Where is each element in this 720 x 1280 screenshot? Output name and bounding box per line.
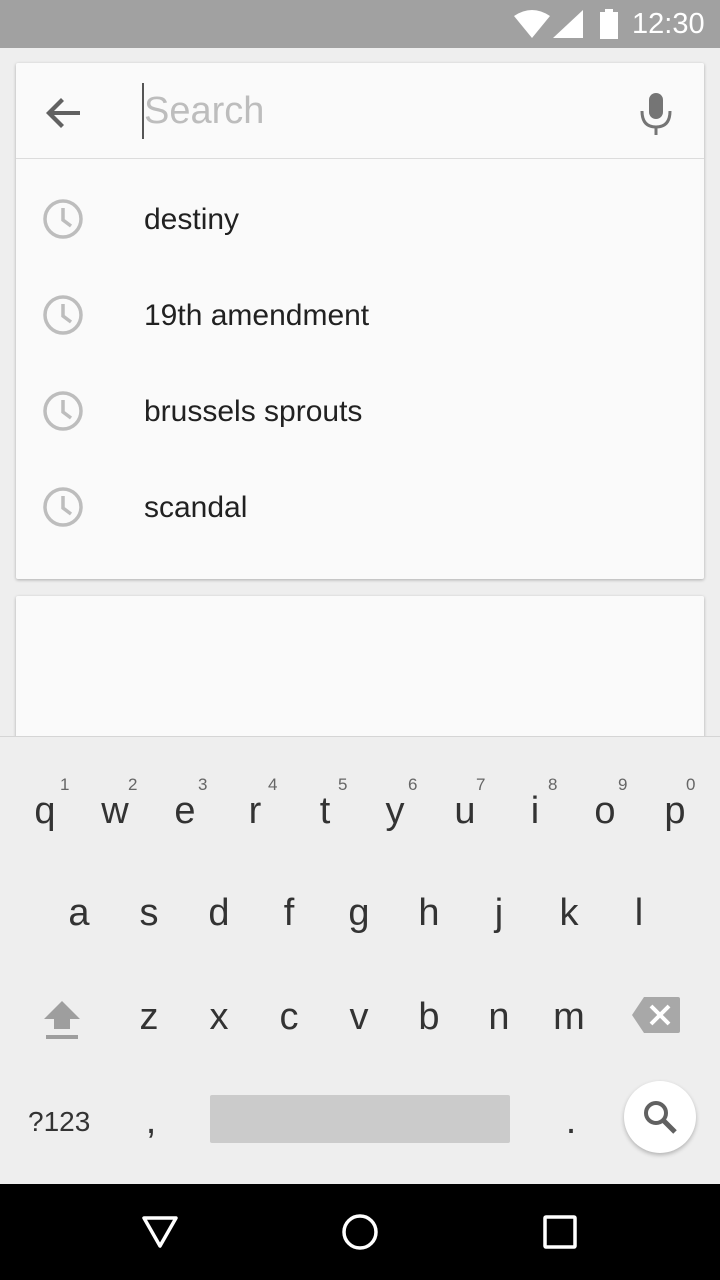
key-v[interactable]: v [324, 737, 394, 1037]
wifi-icon [514, 10, 550, 38]
symbols-key[interactable]: ?123 [28, 1107, 90, 1137]
history-clock-icon [43, 391, 83, 431]
battery-icon [600, 9, 618, 39]
search-bar [16, 63, 704, 159]
suggestion-label: scandal [144, 491, 248, 524]
comma-key[interactable]: , [138, 1101, 164, 1141]
keyboard-search-button[interactable] [624, 1081, 696, 1153]
nav-recents-icon[interactable] [540, 1212, 580, 1252]
key-b[interactable]: b [394, 737, 464, 1037]
microphone-icon[interactable] [636, 89, 676, 137]
shift-icon[interactable] [38, 995, 86, 1043]
key-l[interactable]: l [604, 737, 674, 933]
key-n[interactable]: n [464, 737, 534, 1037]
suggestion-item[interactable]: 19th amendment [16, 267, 704, 363]
backspace-icon[interactable] [630, 995, 682, 1035]
soft-keyboard: q1 w2 e3 r4 t5 y6 u7 i8 o9 p0 a s d f g … [0, 736, 720, 1184]
nav-back-icon[interactable] [140, 1212, 180, 1252]
history-clock-icon [43, 487, 83, 527]
key-a[interactable]: a [44, 737, 114, 933]
nav-home-icon[interactable] [340, 1212, 380, 1252]
history-clock-icon [43, 295, 83, 335]
suggestion-item[interactable]: destiny [16, 171, 704, 267]
status-bar: 12:30 [0, 0, 720, 48]
suggestion-label: destiny [144, 203, 240, 236]
key-c[interactable]: c [254, 737, 324, 1037]
status-time: 12:30 [632, 8, 705, 40]
suggestion-item[interactable]: scandal [16, 459, 704, 555]
key-x[interactable]: x [184, 737, 254, 1037]
search-input[interactable] [144, 81, 614, 141]
key-m[interactable]: m [534, 737, 604, 1037]
cell-signal-icon [553, 10, 583, 38]
back-arrow-icon[interactable] [40, 89, 88, 137]
suggestion-label: 19th amendment [144, 299, 370, 332]
period-key[interactable]: . [558, 1101, 584, 1141]
key-z[interactable]: z [114, 737, 184, 1037]
space-key[interactable] [210, 1095, 510, 1143]
navigation-bar [0, 1184, 720, 1280]
suggestion-label: brussels sprouts [144, 395, 363, 428]
search-icon [644, 1101, 677, 1134]
history-clock-icon [43, 199, 83, 239]
suggestion-item[interactable]: brussels sprouts [16, 363, 704, 459]
search-card: destiny 19th amendment brussels sprouts … [16, 63, 704, 579]
